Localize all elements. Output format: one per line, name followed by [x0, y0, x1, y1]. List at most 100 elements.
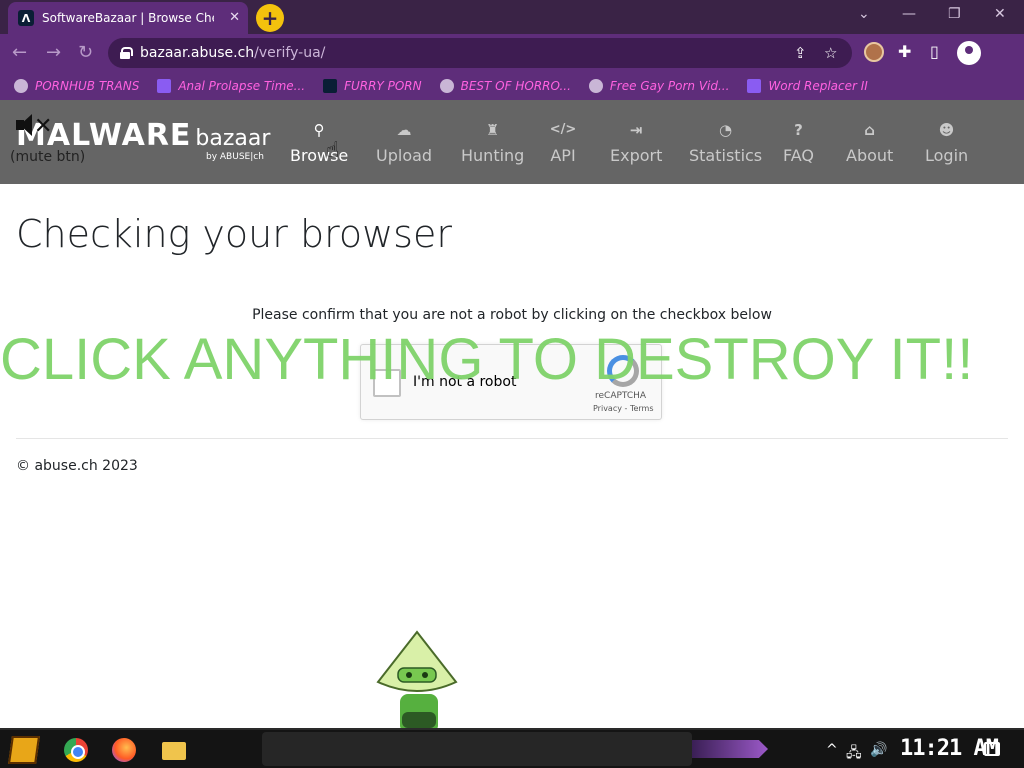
- nav-login[interactable]: ☻ Login: [925, 122, 968, 165]
- nav-api[interactable]: </> API: [548, 122, 578, 165]
- globe-icon: [14, 79, 28, 93]
- reload-icon[interactable]: ↻: [78, 42, 93, 63]
- close-window-icon[interactable]: ✕: [994, 6, 1006, 22]
- bookmark-item[interactable]: PORNHUB TRANS: [14, 79, 139, 93]
- nav-about[interactable]: ⌂ About: [846, 122, 893, 165]
- nav-label: Export: [610, 146, 663, 165]
- nav-label: Hunting: [461, 146, 525, 165]
- nav-hunting[interactable]: ♜ Hunting: [461, 122, 524, 165]
- bookmark-item[interactable]: Free Gay Porn Vid...: [588, 79, 730, 93]
- user-icon: ☻: [938, 121, 955, 139]
- cloud-upload-icon: ☁: [396, 121, 412, 139]
- bookmark-label: Word Replacer II: [768, 79, 868, 93]
- globe-icon: [439, 79, 454, 93]
- nav-label: Browse: [290, 146, 349, 165]
- code-icon: </>: [549, 122, 577, 137]
- bookmark-label: FURRY PORN: [344, 79, 422, 93]
- peridot-legs: [402, 712, 436, 728]
- extensions-puzzle-icon[interactable]: ✚: [898, 42, 911, 61]
- captcha-instructions: Please confirm that you are not a robot …: [252, 307, 772, 323]
- back-icon[interactable]: ←: [12, 42, 27, 63]
- mute-button-label: (mute btn): [10, 149, 86, 165]
- bookmark-label: BEST OF HORRO...: [460, 79, 571, 93]
- forward-icon[interactable]: →: [46, 42, 61, 63]
- chrome-taskbar-icon[interactable]: [64, 738, 88, 762]
- extension-profile-icon[interactable]: [864, 42, 884, 62]
- hand-cursor-icon: ☝: [326, 138, 340, 163]
- malware-bazaar-favicon-icon: Λ: [18, 10, 34, 26]
- peridot-character[interactable]: [376, 630, 458, 730]
- footer-divider: [16, 438, 1008, 439]
- institution-icon: ⌂: [864, 121, 876, 139]
- windows-taskbar: ^ 🖧 🔊 11:21 AM: [0, 728, 1024, 768]
- peridot-head-icon: [376, 630, 458, 692]
- url-host: bazaar.abuse.ch: [140, 45, 255, 61]
- taskbar-decoration: [692, 740, 768, 758]
- firefox-taskbar-icon[interactable]: [112, 738, 136, 762]
- browser-tab-active[interactable]: Λ SoftwareBazaar | Browse Chec ✕: [8, 2, 248, 34]
- footer-copyright: © abuse.ch 2023: [16, 458, 138, 474]
- robot-icon: [588, 79, 603, 93]
- bookmark-label: PORNHUB TRANS: [35, 79, 140, 93]
- logo-byline: by ABUSE|ch: [206, 152, 264, 162]
- wr-icon: [747, 79, 762, 93]
- minimize-icon[interactable]: —: [902, 6, 916, 22]
- lock-icon[interactable]: [120, 47, 133, 59]
- url-path: /verify-ua/: [254, 45, 326, 61]
- site-logo[interactable]: MALWARE bazaar: [16, 118, 270, 153]
- restore-icon[interactable]: ❐: [948, 6, 961, 22]
- bookmark-item[interactable]: BEST OF HORRO...: [439, 79, 571, 93]
- tab-close-icon[interactable]: ✕: [229, 10, 240, 25]
- search-icon: ⚲: [313, 121, 325, 139]
- pie-chart-icon: ◔: [719, 121, 733, 139]
- network-icon[interactable]: 🖧: [846, 742, 862, 766]
- destroy-overlay-text: CLICK ANYTHING TO DESTROY IT!!: [0, 327, 974, 392]
- bookmark-star-icon[interactable]: ☆: [824, 44, 837, 62]
- tray-chevron-icon[interactable]: ^: [826, 742, 838, 758]
- nav-upload[interactable]: ☁ Upload: [376, 122, 432, 165]
- nav-faq[interactable]: ? FAQ: [783, 122, 814, 165]
- share-icon[interactable]: ⇪: [794, 44, 807, 62]
- side-panel-icon[interactable]: ▯: [930, 42, 939, 61]
- bookmark-item[interactable]: Anal Prolapse Time...: [157, 79, 305, 93]
- new-tab-button[interactable]: +: [256, 4, 284, 32]
- start-button[interactable]: [8, 736, 40, 764]
- bookmark-square-icon: [157, 79, 172, 93]
- nav-label: About: [846, 146, 894, 165]
- mute-x-icon: ✕: [34, 114, 53, 139]
- nav-export[interactable]: ⇥ Export: [610, 122, 662, 165]
- browser-toolbar: ← → ↻ bazaar.abuse.ch/verify-ua/ ⇪ ☆ ✚ ▯: [0, 34, 1024, 72]
- bookmark-label: Free Gay Porn Vid...: [609, 79, 730, 93]
- bookmark-label: Anal Prolapse Time...: [178, 79, 306, 93]
- volume-icon[interactable]: 🔊: [870, 742, 887, 758]
- nav-statistics[interactable]: ◔ Statistics: [689, 122, 762, 165]
- recaptcha-privacy-terms[interactable]: Privacy - Terms: [593, 404, 654, 413]
- url-text[interactable]: bazaar.abuse.ch/verify-ua/: [140, 45, 325, 61]
- bookmark-item[interactable]: Word Replacer II: [747, 79, 868, 93]
- browser-title-bar: Λ SoftwareBazaar | Browse Chec ✕ + ⌄ — ❐…: [0, 0, 1024, 34]
- nav-label: FAQ: [783, 146, 814, 165]
- taskbar-wallpaper-strip: [262, 732, 692, 766]
- logo-bazaar: bazaar: [195, 126, 271, 151]
- site-navbar: MALWARE bazaar by ABUSE|ch ⚲ Browse ☁ Uploa…: [0, 100, 1024, 184]
- bookmark-item[interactable]: FURRY PORN: [323, 79, 422, 93]
- question-icon: ?: [794, 121, 803, 139]
- bookmarks-bar: PORNHUB TRANS Anal Prolapse Time... FURR…: [0, 72, 1024, 100]
- rook-icon: ♜: [485, 121, 500, 139]
- nav-browse[interactable]: ⚲ Browse: [290, 122, 348, 165]
- nav-label: Upload: [376, 146, 433, 165]
- address-bar[interactable]: bazaar.abuse.ch/verify-ua/ ⇪ ☆: [108, 38, 852, 68]
- file-explorer-icon[interactable]: [162, 742, 186, 760]
- export-icon: ⇥: [629, 121, 643, 139]
- notification-center-icon[interactable]: [984, 742, 1000, 756]
- nav-label: Login: [925, 146, 969, 165]
- profile-avatar[interactable]: [957, 41, 981, 65]
- nav-label: Statistics: [689, 146, 763, 165]
- tab-search-icon[interactable]: ⌄: [858, 6, 870, 22]
- nav-label: API: [550, 146, 576, 165]
- tab-title: SoftwareBazaar | Browse Chec: [42, 11, 214, 25]
- speaker-muted-icon: [16, 114, 32, 136]
- page-title: Checking your browser: [16, 212, 452, 256]
- mute-button[interactable]: ✕: [14, 114, 54, 142]
- lambda-logo-icon: [323, 79, 338, 93]
